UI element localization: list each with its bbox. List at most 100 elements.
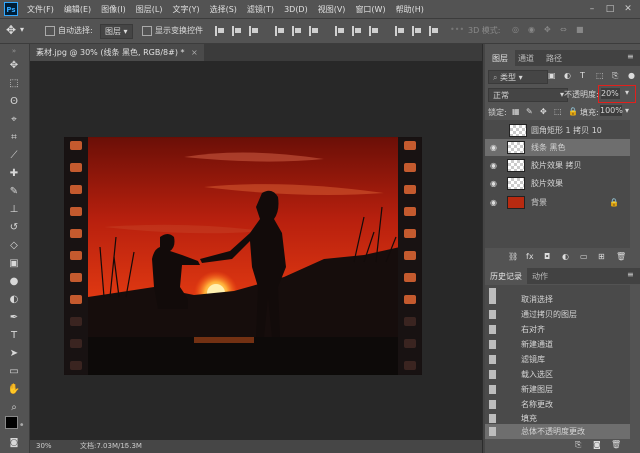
tab-layers[interactable]: 图层 — [492, 53, 508, 64]
lock-transparent-icon[interactable]: ▦ — [512, 107, 520, 116]
lock-all-icon[interactable]: 🔒 — [568, 107, 578, 116]
quick-mask-icon[interactable]: ◙ — [7, 436, 21, 450]
auto-select-checkbox[interactable]: 自动选择: — [45, 25, 93, 36]
menu-image[interactable]: 图像(I) — [96, 4, 131, 15]
minimize-icon[interactable]: – — [584, 2, 600, 16]
new-group-icon[interactable]: ▭ — [580, 252, 588, 261]
opacity-input[interactable]: 20% — [601, 88, 620, 99]
menu-help[interactable]: 帮助(H) — [391, 4, 429, 15]
foreground-color-swatch[interactable] — [5, 416, 18, 429]
document-image[interactable] — [64, 137, 422, 375]
menu-select[interactable]: 选择(S) — [205, 4, 242, 15]
layer-row[interactable]: ◉ 背景 🔒 — [485, 194, 630, 211]
align-left-icon[interactable] — [215, 26, 225, 36]
3d-pan-icon[interactable]: ✥ — [544, 25, 551, 34]
menu-view[interactable]: 视图(V) — [313, 4, 351, 15]
3d-roll-icon[interactable]: ◉ — [528, 25, 535, 34]
history-item[interactable]: 通过拷贝的图层 — [485, 307, 630, 322]
distribute-bottom-icon[interactable] — [429, 26, 439, 36]
distribute-top-icon[interactable] — [395, 26, 405, 36]
history-item[interactable]: 新建图层 — [485, 382, 630, 397]
menu-window[interactable]: 窗口(W) — [350, 4, 390, 15]
distribute-center-icon[interactable] — [352, 26, 362, 36]
lock-position-icon[interactable]: ✥ — [540, 107, 547, 116]
eyedropper-tool-icon[interactable]: ⟋ — [7, 149, 21, 163]
fill-input[interactable]: 100% — [600, 105, 623, 116]
history-item[interactable]: 新建通道 — [485, 337, 630, 352]
history-item[interactable]: 右对齐 — [485, 322, 630, 337]
align-bottom-icon[interactable] — [309, 26, 319, 36]
layer-row[interactable]: 圆角矩形 1 拷贝 10 — [485, 122, 630, 139]
layer-style-icon[interactable]: fx — [526, 252, 534, 261]
menu-layer[interactable]: 图层(L) — [131, 4, 168, 15]
zoom-level[interactable]: 30% — [36, 440, 52, 453]
tab-channels[interactable]: 通道 — [518, 53, 534, 64]
new-layer-icon[interactable]: ⊞ — [598, 252, 605, 261]
more-options-icon[interactable]: ••• — [450, 25, 464, 34]
blur-tool-icon[interactable]: ● — [7, 275, 21, 289]
maximize-icon[interactable]: □ — [602, 2, 618, 16]
align-top-icon[interactable] — [275, 26, 285, 36]
close-tab-icon[interactable]: × — [191, 48, 198, 57]
layer-row-selected[interactable]: ◉ 线条 黑色 — [485, 139, 630, 156]
3d-scale-icon[interactable]: ■ — [576, 25, 584, 34]
dodge-tool-icon[interactable]: ◐ — [7, 293, 21, 307]
transform-controls-checkbox[interactable]: 显示变换控件 — [142, 25, 203, 36]
brush-tool-icon[interactable]: ✎ — [7, 185, 21, 199]
link-layers-icon[interactable]: ⛓ — [508, 252, 518, 261]
align-right-icon[interactable] — [249, 26, 259, 36]
opacity-chevron-icon[interactable]: ▾ — [625, 88, 629, 97]
close-icon[interactable]: ✕ — [620, 2, 636, 16]
toolbar-collapse-icon[interactable]: » — [7, 44, 21, 58]
pen-tool-icon[interactable]: ✒ — [7, 311, 21, 325]
filter-shape-icon[interactable]: ⬚ — [596, 71, 604, 80]
document-tab[interactable]: 素材.jpg @ 30% (线条 黑色, RGB/8#) * × — [30, 44, 204, 61]
menu-filter[interactable]: 滤镜(T) — [242, 4, 279, 15]
shape-tool-icon[interactable]: ▭ — [7, 365, 21, 379]
distribute-right-icon[interactable] — [369, 26, 379, 36]
menu-type[interactable]: 文字(Y) — [167, 4, 204, 15]
align-center-icon[interactable] — [232, 26, 242, 36]
adjustment-layer-icon[interactable]: ◐ — [562, 252, 569, 261]
crop-tool-icon[interactable]: ⌗ — [7, 131, 21, 145]
history-item[interactable]: 取消选择 — [485, 292, 630, 307]
tab-paths[interactable]: 路径 — [546, 53, 562, 64]
visibility-eye-icon[interactable]: ◉ — [490, 194, 497, 211]
history-item[interactable]: 名称更改 — [485, 397, 630, 412]
filter-smart-object-icon[interactable]: ⎘ — [612, 71, 618, 81]
move-tool-icon[interactable]: ✥ — [6, 23, 16, 37]
auto-select-dropdown[interactable]: 图层 ▾ — [100, 24, 133, 39]
marquee-tool-icon[interactable]: ⬚ — [7, 77, 21, 91]
move-tool-icon[interactable]: ✥ — [7, 59, 21, 73]
history-menu-icon[interactable]: ≡ — [627, 270, 634, 279]
healing-brush-tool-icon[interactable]: ✚ — [7, 167, 21, 181]
filter-pixel-icon[interactable]: ▣ — [548, 71, 556, 80]
fill-chevron-icon[interactable]: ▾ — [625, 106, 629, 115]
eraser-tool-icon[interactable]: ◇ — [7, 239, 21, 253]
visibility-eye-icon[interactable]: ◉ — [490, 139, 497, 156]
filter-type-icon[interactable]: T — [580, 71, 585, 80]
tab-actions[interactable]: 动作 — [532, 271, 548, 282]
tab-history[interactable]: 历史记录 — [490, 271, 522, 282]
hand-tool-icon[interactable]: ✋ — [7, 383, 21, 397]
tool-preset-chevron-icon[interactable]: ▾ — [20, 25, 24, 34]
quick-selection-tool-icon[interactable]: ⌖ — [7, 113, 21, 127]
history-item-selected[interactable]: 总体不透明度更改 — [485, 424, 630, 439]
blend-mode-dropdown[interactable]: 正常 ▾ — [488, 88, 568, 102]
history-brush-tool-icon[interactable]: ↺ — [7, 221, 21, 235]
menu-3d[interactable]: 3D(D) — [279, 5, 313, 14]
delete-state-icon[interactable]: 🗑 — [611, 440, 621, 449]
filter-adjustment-icon[interactable]: ◐ — [564, 71, 571, 80]
distribute-middle-icon[interactable] — [412, 26, 422, 36]
add-mask-icon[interactable]: ◘ — [544, 252, 550, 261]
layer-row[interactable]: ◉ 胶片效果 — [485, 175, 630, 192]
clone-stamp-tool-icon[interactable]: ⊥ — [7, 203, 21, 217]
menu-edit[interactable]: 编辑(E) — [59, 4, 96, 15]
type-tool-icon[interactable]: T — [7, 329, 21, 343]
filter-toggle-icon[interactable]: ● — [628, 71, 635, 80]
gradient-tool-icon[interactable]: ▣ — [7, 257, 21, 271]
history-item[interactable]: 滤镜库 — [485, 352, 630, 367]
lasso-tool-icon[interactable]: ʘ — [7, 95, 21, 109]
lock-artboard-icon[interactable]: ⬚ — [554, 107, 562, 116]
layer-filter-dropdown[interactable]: ⌕ 类型 ▾ — [488, 70, 548, 84]
